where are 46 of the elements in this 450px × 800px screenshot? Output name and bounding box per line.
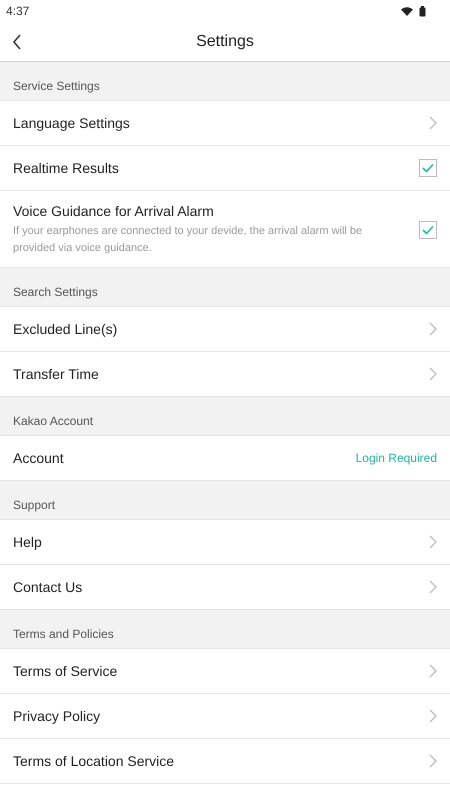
settings-row[interactable]: Realtime Results <box>0 146 450 191</box>
row-label: Transfer Time <box>13 366 99 382</box>
section-header: Support <box>13 498 56 512</box>
row-label: Terms of Location Service <box>13 753 174 769</box>
back-button[interactable] <box>12 34 22 50</box>
battery-icon <box>419 6 426 16</box>
chevron-icon <box>429 322 437 336</box>
row-label: Language Settings <box>13 115 130 131</box>
section-header: Service Settings <box>13 79 100 93</box>
row-label: Realtime Results <box>13 160 119 176</box>
section-header: Search Settings <box>13 285 98 299</box>
settings-row[interactable]: Help <box>0 520 450 565</box>
wifi-icon <box>401 6 413 16</box>
section-header: Kakao Account <box>13 414 94 428</box>
row-label: Terms of Service <box>13 663 118 679</box>
settings-row[interactable]: Account Login Required <box>0 436 450 481</box>
checkbox[interactable] <box>419 221 437 239</box>
row-label: Excluded Line(s) <box>13 321 118 337</box>
settings-row[interactable]: Voice Guidance for Arrival Alarm If your earphones are connected to your devide, the arrival alarm will be provided via voice guidance. <box>0 191 450 268</box>
chevron-icon <box>429 664 437 678</box>
settings-row[interactable]: Transfer Time <box>0 352 450 397</box>
check-icon <box>422 225 434 235</box>
row-label: Voice Guidance for Arrival Alarm <box>13 203 215 219</box>
chevron-icon <box>429 709 437 723</box>
row-label: Help <box>13 534 42 550</box>
settings-row[interactable]: Terms of Service <box>0 649 450 694</box>
check-icon <box>422 163 434 173</box>
checkbox[interactable] <box>419 159 437 177</box>
section-header: Terms and Policies <box>13 627 114 641</box>
screen-title: Settings <box>196 32 254 50</box>
chevron-icon <box>429 116 437 130</box>
row-description: If your earphones are connected to your devide, the arrival alarm will be provided via voice guidance. <box>13 224 364 256</box>
settings-row[interactable]: Contact Us <box>0 565 450 610</box>
row-label: Privacy Policy <box>13 708 100 724</box>
settings-row[interactable]: Language Settings <box>0 101 450 146</box>
row-label: Contact Us <box>13 579 82 595</box>
chevron-icon <box>429 535 437 549</box>
status-time: 4:37 <box>6 4 30 18</box>
settings-row[interactable]: Privacy Policy <box>0 694 450 739</box>
chevron-icon <box>429 754 437 768</box>
settings-row[interactable]: Excluded Line(s) <box>0 307 450 352</box>
chevron-icon <box>429 367 437 381</box>
row-label: Account <box>13 450 64 466</box>
settings-row[interactable]: Terms of Location Service <box>0 739 450 784</box>
chevron-icon <box>429 580 437 594</box>
login-status: Login Required <box>356 451 437 465</box>
